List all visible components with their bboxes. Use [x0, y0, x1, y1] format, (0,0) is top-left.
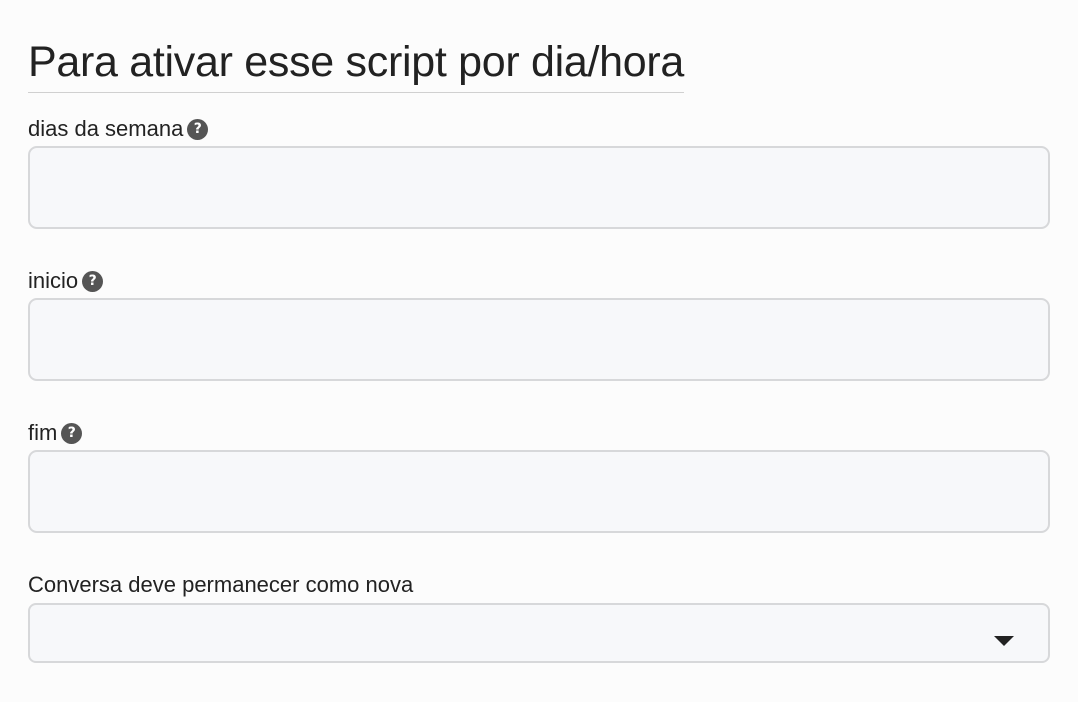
- field-conversa-nova: Conversa deve permanecer como nova: [28, 572, 1050, 663]
- label-text: dias da semana: [28, 116, 184, 141]
- dias-da-semana-input[interactable]: [28, 146, 1050, 229]
- inicio-input[interactable]: [28, 298, 1050, 381]
- conversa-nova-select[interactable]: [28, 603, 1050, 663]
- section-title: Para ativar esse script por dia/hora: [28, 36, 684, 93]
- field-inicio: inicio ?: [28, 268, 1050, 381]
- help-icon[interactable]: ?: [187, 118, 209, 140]
- field-label-dias-da-semana: dias da semana ?: [28, 116, 1050, 142]
- field-fim: fim ?: [28, 420, 1050, 533]
- field-label-conversa-nova: Conversa deve permanecer como nova: [28, 572, 1050, 598]
- schedule-form: Para ativar esse script por dia/hora dia…: [28, 0, 1050, 663]
- label-text: fim: [28, 420, 58, 445]
- label-text: inicio: [28, 268, 79, 293]
- caret-down-icon: [994, 636, 1014, 646]
- field-label-inicio: inicio ?: [28, 268, 1050, 294]
- label-text: Conversa deve permanecer como nova: [28, 572, 414, 597]
- help-icon[interactable]: ?: [61, 422, 83, 444]
- field-dias-da-semana: dias da semana ?: [28, 116, 1050, 229]
- fim-input[interactable]: [28, 450, 1050, 533]
- help-icon[interactable]: ?: [82, 270, 104, 292]
- field-label-fim: fim ?: [28, 420, 1050, 446]
